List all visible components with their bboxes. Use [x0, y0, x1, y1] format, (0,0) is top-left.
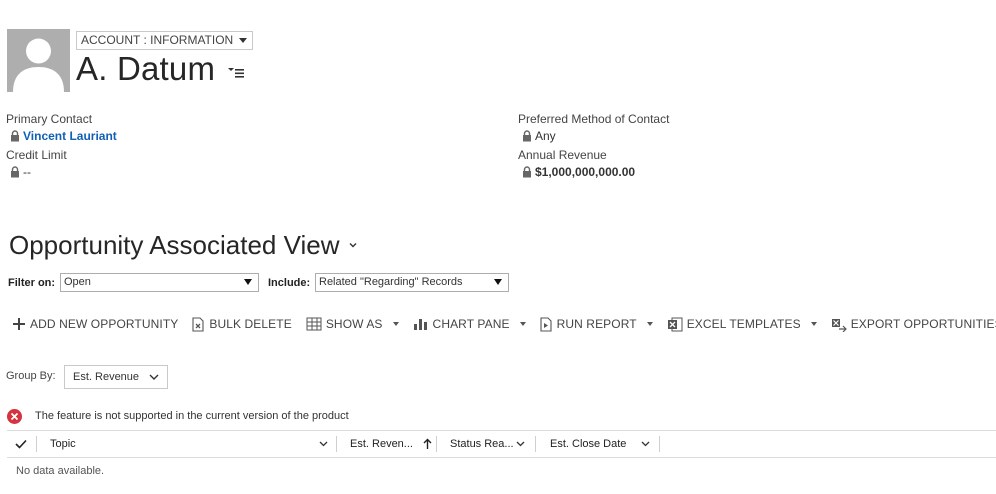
preferred-contact-text: Any — [535, 129, 556, 143]
chevron-down-icon — [392, 322, 399, 326]
command-bar: ADD NEW OPPORTUNITY BULK DELETE SHOW AS … — [12, 314, 996, 334]
chevron-down-icon — [149, 374, 159, 380]
add-new-opportunity-button[interactable]: ADD NEW OPPORTUNITY — [12, 317, 178, 331]
record-menu-icon[interactable] — [226, 64, 246, 80]
export-excel-icon — [831, 318, 847, 332]
select-all-checkbox[interactable] — [15, 431, 27, 457]
dropdown-arrow-icon — [244, 279, 252, 285]
chevron-down-icon — [519, 322, 526, 326]
chevron-down-icon — [349, 243, 357, 248]
grid-header: Topic Est. Reven... Status Rea... Est. C… — [7, 430, 996, 458]
chevron-down-icon — [319, 441, 328, 447]
preferred-contact-value: Any — [522, 128, 556, 144]
column-header-label: Est. Reven... — [350, 438, 413, 450]
delete-icon — [192, 316, 204, 332]
column-separator — [535, 436, 536, 452]
show-as-label: SHOW AS — [325, 317, 383, 331]
view-selector[interactable]: Opportunity Associated View — [9, 228, 357, 262]
group-by-value: Est. Revenue — [73, 371, 140, 383]
excel-icon — [667, 317, 683, 331]
chevron-down-icon — [810, 322, 817, 326]
credit-limit-label: Credit Limit — [6, 148, 67, 162]
column-header-est-revenue[interactable]: Est. Reven... — [350, 431, 432, 457]
record-title: A. Datum — [76, 50, 216, 87]
filter-dropdown-value: Open — [64, 276, 91, 288]
show-as-button[interactable]: SHOW AS — [306, 317, 399, 331]
credit-limit-value: -- — [10, 164, 31, 180]
lock-icon — [11, 130, 19, 142]
view-title: Opportunity Associated View — [9, 230, 340, 260]
run-report-label: RUN REPORT — [556, 317, 637, 331]
lock-icon — [523, 130, 531, 142]
filter-dropdown[interactable]: Open — [60, 273, 259, 292]
preferred-contact-label: Preferred Method of Contact — [518, 112, 670, 126]
chevron-down-icon — [239, 38, 248, 43]
export-opportunities-button[interactable]: EXPORT OPPORTUNITIES — [831, 317, 996, 332]
include-dropdown-value: Related "Regarding" Records — [319, 276, 463, 288]
column-separator — [336, 436, 337, 452]
annual-revenue-value: $1,000,000,000.00 — [522, 164, 635, 180]
primary-contact-value[interactable]: Vincent Lauriant — [10, 128, 117, 144]
column-separator — [659, 436, 660, 452]
export-opportunities-label: EXPORT OPPORTUNITIES — [850, 317, 996, 331]
checkmark-icon — [15, 439, 27, 449]
chart-icon — [413, 319, 427, 330]
add-new-opportunity-label: ADD NEW OPPORTUNITY — [30, 317, 179, 331]
lock-icon — [523, 166, 531, 178]
column-separator — [36, 436, 37, 452]
column-header-est-close-date[interactable]: Est. Close Date — [550, 431, 650, 457]
chevron-down-icon — [646, 322, 653, 326]
bulk-delete-label: BULK DELETE — [209, 317, 292, 331]
chart-pane-label: CHART PANE — [432, 317, 510, 331]
column-separator — [436, 436, 437, 452]
chevron-down-icon — [641, 441, 650, 447]
dropdown-arrow-icon — [494, 279, 502, 285]
credit-limit-text: -- — [23, 165, 31, 179]
notification-text: The feature is not supported in the curr… — [35, 410, 349, 422]
report-icon — [540, 316, 552, 332]
filter-label: Filter on: — [8, 277, 56, 289]
form-selector-label: ACCOUNT : INFORMATION — [81, 33, 234, 47]
group-by-label: Group By: — [6, 370, 56, 382]
error-icon — [7, 409, 22, 424]
excel-templates-label: EXCEL TEMPLATES — [686, 317, 801, 331]
plus-icon — [13, 318, 25, 330]
grid-view-icon — [306, 317, 322, 331]
annual-revenue-text: $1,000,000,000.00 — [535, 165, 636, 179]
run-report-button[interactable]: RUN REPORT — [540, 316, 653, 332]
lock-icon — [11, 166, 19, 178]
chart-pane-button[interactable]: CHART PANE — [413, 317, 526, 331]
sort-ascending-icon — [423, 438, 432, 449]
include-dropdown[interactable]: Related "Regarding" Records — [315, 273, 509, 292]
chevron-down-icon — [516, 441, 525, 447]
column-header-label: Status Rea... — [450, 438, 514, 450]
group-by-select[interactable]: Est. Revenue — [64, 365, 168, 389]
column-header-label: Topic — [50, 438, 76, 450]
primary-contact-label: Primary Contact — [6, 112, 93, 126]
excel-templates-button[interactable]: EXCEL TEMPLATES — [667, 317, 817, 332]
column-header-topic[interactable]: Topic — [50, 431, 328, 457]
column-header-label: Est. Close Date — [550, 438, 627, 450]
column-header-status-reason[interactable]: Status Rea... — [450, 431, 525, 457]
annual-revenue-label: Annual Revenue — [518, 148, 607, 162]
primary-contact-link[interactable]: Vincent Lauriant — [23, 128, 117, 144]
avatar — [7, 29, 70, 92]
include-label: Include: — [268, 277, 311, 289]
bulk-delete-button[interactable]: BULK DELETE — [192, 316, 292, 332]
empty-grid-message: No data available. — [16, 465, 105, 477]
